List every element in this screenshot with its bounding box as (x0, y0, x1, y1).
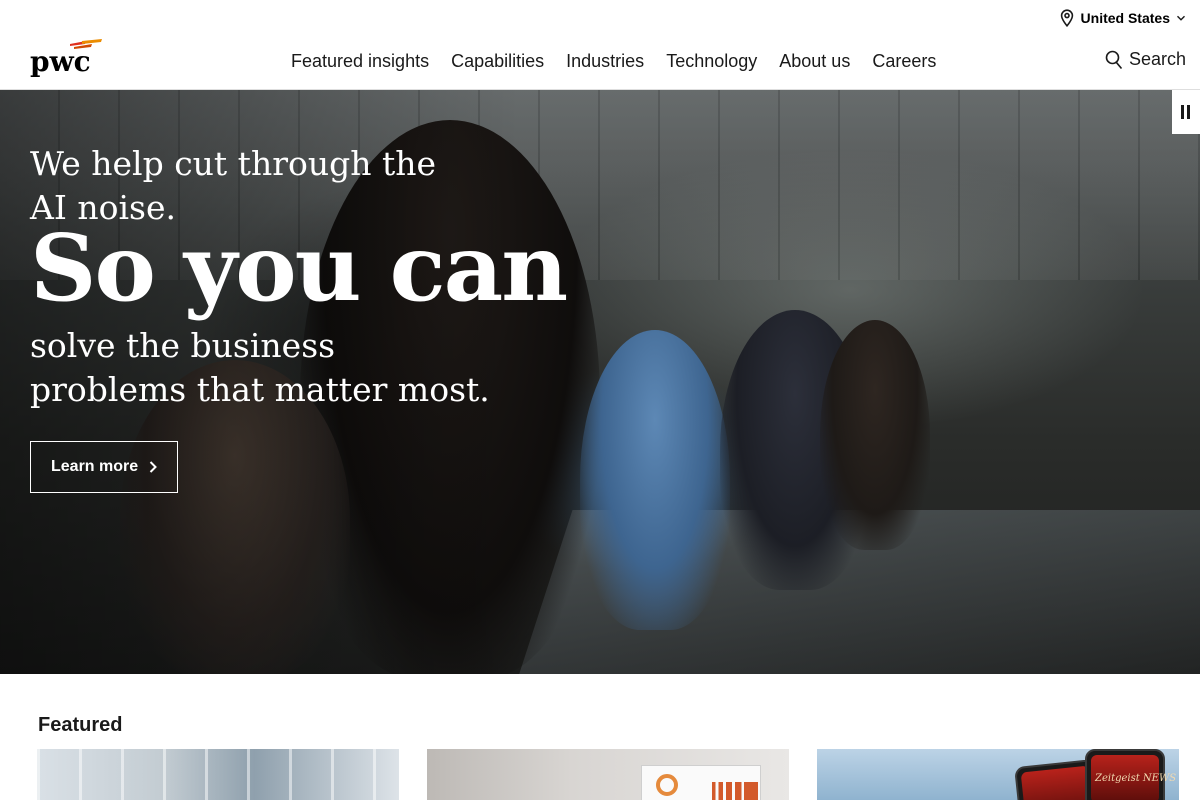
bar-graphic (712, 782, 758, 800)
nav-industries[interactable]: Industries (566, 50, 644, 72)
phone-app-title: Zeitgeist NEWS FEED (1095, 773, 1179, 784)
phone-graphic-2: Zeitgeist NEWS FEED (1085, 749, 1179, 800)
featured-card-3[interactable]: Zeitgeist NEWS FEED (817, 749, 1179, 800)
region-selector[interactable]: United States (1059, 9, 1186, 27)
featured-card-2[interactable] (427, 749, 789, 800)
main-nav: Featured insights Capabilities Industrie… (291, 50, 958, 72)
hero-person-seated-3 (820, 320, 930, 550)
learn-more-button[interactable]: Learn more (30, 441, 178, 493)
featured-card-1[interactable] (37, 749, 399, 800)
hero-subtext: solve the business problems that matter … (30, 326, 490, 409)
site-header: pwc Featured insights Capabilities Indus… (0, 36, 1200, 90)
chevron-down-icon (1177, 15, 1185, 21)
phone-screen (1020, 765, 1094, 800)
presentation-screen (641, 765, 761, 800)
pause-icon (1181, 105, 1184, 119)
search-button[interactable]: Search (1105, 49, 1186, 70)
region-label: United States (1080, 10, 1170, 26)
nav-capabilities[interactable]: Capabilities (451, 50, 544, 72)
pwc-logo[interactable]: pwc (30, 38, 106, 78)
donut-graphic (656, 774, 678, 796)
hero-banner: We help cut through the AI noise. So you… (0, 90, 1200, 674)
nav-about-us[interactable]: About us (779, 50, 850, 72)
utility-bar: United States (0, 0, 1200, 36)
search-icon (1105, 50, 1123, 69)
location-pin-icon (1060, 9, 1073, 27)
search-label: Search (1128, 49, 1186, 69)
svg-text:pwc: pwc (30, 45, 91, 78)
pause-icon-bar (1187, 105, 1190, 119)
featured-heading: Featured (38, 714, 123, 736)
nav-careers[interactable]: Careers (872, 50, 936, 72)
learn-more-label: Learn more (51, 458, 139, 475)
nav-featured-insights[interactable]: Featured insights (291, 50, 429, 72)
hero-headline: So you can (30, 214, 568, 322)
pause-button[interactable] (1172, 90, 1200, 134)
chevron-right-icon (149, 461, 158, 473)
nav-technology[interactable]: Technology (666, 50, 757, 72)
hero-person-seated-1 (580, 330, 730, 630)
